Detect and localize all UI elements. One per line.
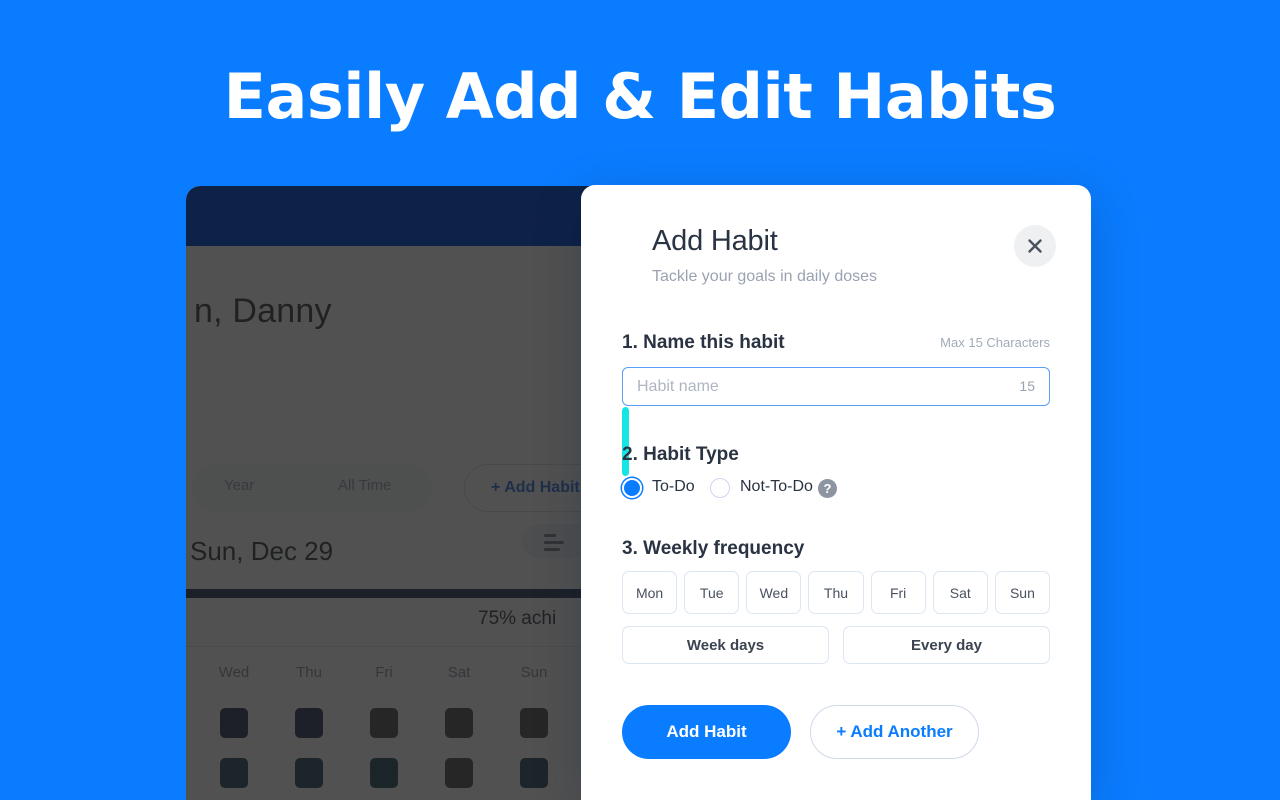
grid-day-header-thu: Thu xyxy=(296,664,322,681)
modal-subtitle: Tackle your goals in daily doses xyxy=(652,268,878,285)
habit-grid-cell[interactable] xyxy=(445,708,473,738)
frequency-week-days-button[interactable]: Week days xyxy=(622,626,829,664)
habit-grid-cell[interactable] xyxy=(445,758,473,788)
grid-day-header-sat: Sat xyxy=(447,664,471,681)
section-name-habit-title: 1. Name this habit xyxy=(622,332,785,353)
sort-icon xyxy=(544,534,572,555)
progress-fill xyxy=(186,589,626,598)
weekday-chip-mon[interactable]: Mon xyxy=(622,571,678,614)
grid-day-header-fri: Fri xyxy=(375,664,393,681)
weekday-chip-sun[interactable]: Sun xyxy=(994,571,1050,614)
character-counter: 15 xyxy=(1019,378,1035,394)
radio-label-to-do: To-Do xyxy=(652,478,695,495)
weekday-chip-fri[interactable]: Fri xyxy=(870,571,926,614)
range-tab-all-time[interactable]: All Time xyxy=(338,477,391,494)
max-characters-label: Max 15 Characters xyxy=(940,335,1050,350)
habit-grid-cell[interactable] xyxy=(520,758,548,788)
habit-grid-cell[interactable] xyxy=(295,708,323,738)
habit-name-input[interactable] xyxy=(635,368,999,406)
add-another-button[interactable]: + Add Another xyxy=(810,705,979,759)
grid-day-header-wed: Wed xyxy=(218,664,250,681)
radio-selected-icon xyxy=(622,478,642,498)
weekday-chip-tue[interactable]: Tue xyxy=(684,571,740,614)
frequency-shortcut-group: Week days Every day xyxy=(622,626,1050,664)
background-add-habit-label: + Add Habit xyxy=(491,479,580,496)
add-habit-button[interactable]: Add Habit xyxy=(622,705,791,759)
habit-grid-cell[interactable] xyxy=(220,758,248,788)
help-icon[interactable]: ? xyxy=(818,479,837,498)
habit-grid-cell[interactable] xyxy=(520,708,548,738)
close-button[interactable] xyxy=(1014,225,1056,267)
page-headline: Easily Add & Edit Habits xyxy=(223,60,1057,133)
weekday-chip-thu[interactable]: Thu xyxy=(808,571,864,614)
habit-grid-cell[interactable] xyxy=(295,758,323,788)
close-icon xyxy=(1028,239,1042,253)
add-habit-modal: Add Habit Tackle your goals in daily dos… xyxy=(581,185,1091,800)
current-date-label: Sun, Dec 29 xyxy=(190,536,334,566)
section-weekly-frequency-title: 3. Weekly frequency xyxy=(622,538,805,559)
radio-unselected-icon xyxy=(710,478,730,498)
frequency-every-day-button[interactable]: Every day xyxy=(843,626,1050,664)
range-tab-year[interactable]: Year xyxy=(224,477,254,494)
habit-grid-cell[interactable] xyxy=(220,708,248,738)
section-habit-type-title: 2. Habit Type xyxy=(622,444,739,465)
modal-title: Add Habit xyxy=(652,225,778,257)
range-tab-group[interactable]: Year All Time xyxy=(192,464,432,512)
habit-grid-cell[interactable] xyxy=(370,758,398,788)
weekday-chip-sat[interactable]: Sat xyxy=(932,571,988,614)
greeting-text: n, Danny xyxy=(194,292,332,330)
habit-grid-cell[interactable] xyxy=(370,708,398,738)
habit-name-field-wrapper[interactable]: 15 xyxy=(622,367,1050,406)
achieved-label: 75% achi xyxy=(478,608,557,629)
radio-label-not-to-do: Not-To-Do xyxy=(740,478,813,495)
screenshot-stage: Easily Add & Edit Habits n, Danny Year A… xyxy=(0,0,1280,800)
weekday-chip-group: Mon Tue Wed Thu Fri Sat Sun xyxy=(622,571,1050,614)
weekday-chip-wed[interactable]: Wed xyxy=(746,571,802,614)
grid-day-header-sun: Sun xyxy=(520,664,548,681)
